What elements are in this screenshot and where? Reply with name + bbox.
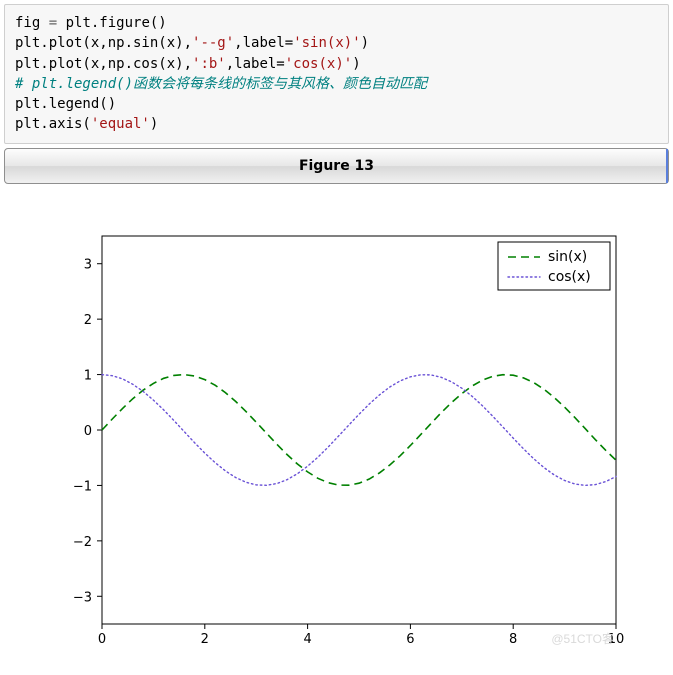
code-token: )	[352, 56, 360, 72]
y-tick-label: −1	[73, 479, 92, 494]
code-token: plt.axis(	[15, 116, 91, 132]
series-cos	[102, 374, 616, 485]
x-tick-label: 8	[509, 632, 517, 647]
y-tick-label: −3	[73, 590, 92, 605]
code-token: plt.figure()	[57, 15, 167, 31]
x-tick-label: 4	[303, 632, 311, 647]
chart-container: 0246810 −3−2−10123 sin(x)cos(x) @51CTO客	[4, 222, 669, 652]
watermark: @51CTO客	[551, 631, 614, 646]
x-tick-label: 2	[201, 632, 209, 647]
y-ticks: −3 −2 −1 0 1 2 3	[73, 257, 102, 605]
x-tick-label: 0	[98, 632, 106, 647]
figure-title-bar[interactable]: Figure 13	[4, 148, 669, 184]
code-cell: fig = plt.figure() plt.plot(x,np.sin(x),…	[4, 4, 669, 144]
plot-frame	[102, 236, 616, 624]
code-token: plt.plot(x,np.sin(x),	[15, 35, 192, 51]
legend: sin(x) cos(x)	[498, 242, 610, 290]
series-sin	[102, 374, 616, 485]
y-tick-label: 3	[84, 257, 92, 272]
code-string: '--g'	[192, 35, 234, 51]
code-string: 'equal'	[91, 116, 150, 132]
code-token: )	[150, 116, 158, 132]
legend-label-cos: cos(x)	[548, 269, 591, 285]
code-token: ,label=	[234, 35, 293, 51]
code-token: fig	[15, 15, 49, 31]
y-tick-label: 1	[84, 368, 92, 383]
x-ticks: 0246810	[98, 624, 624, 647]
y-tick-label: 0	[84, 424, 92, 439]
code-comment: # plt.legend()函数会将每条线的标签与其风格、颜色自动匹配	[15, 76, 427, 92]
legend-label-sin: sin(x)	[548, 249, 587, 265]
code-token: plt.legend()	[15, 96, 116, 112]
code-token: plt.plot(x,np.cos(x),	[15, 56, 192, 72]
y-tick-label: 2	[84, 313, 92, 328]
code-token: ,label=	[226, 56, 285, 72]
line-chart: 0246810 −3−2−10123 sin(x)cos(x) @51CTO客	[44, 222, 629, 652]
code-token: )	[361, 35, 369, 51]
code-token: =	[49, 15, 57, 31]
figure-title: Figure 13	[299, 158, 374, 174]
x-tick-label: 6	[406, 632, 414, 647]
y-tick-label: −2	[73, 535, 92, 550]
code-string: 'sin(x)'	[293, 35, 360, 51]
code-string: ':b'	[192, 56, 226, 72]
code-string: 'cos(x)'	[285, 56, 352, 72]
